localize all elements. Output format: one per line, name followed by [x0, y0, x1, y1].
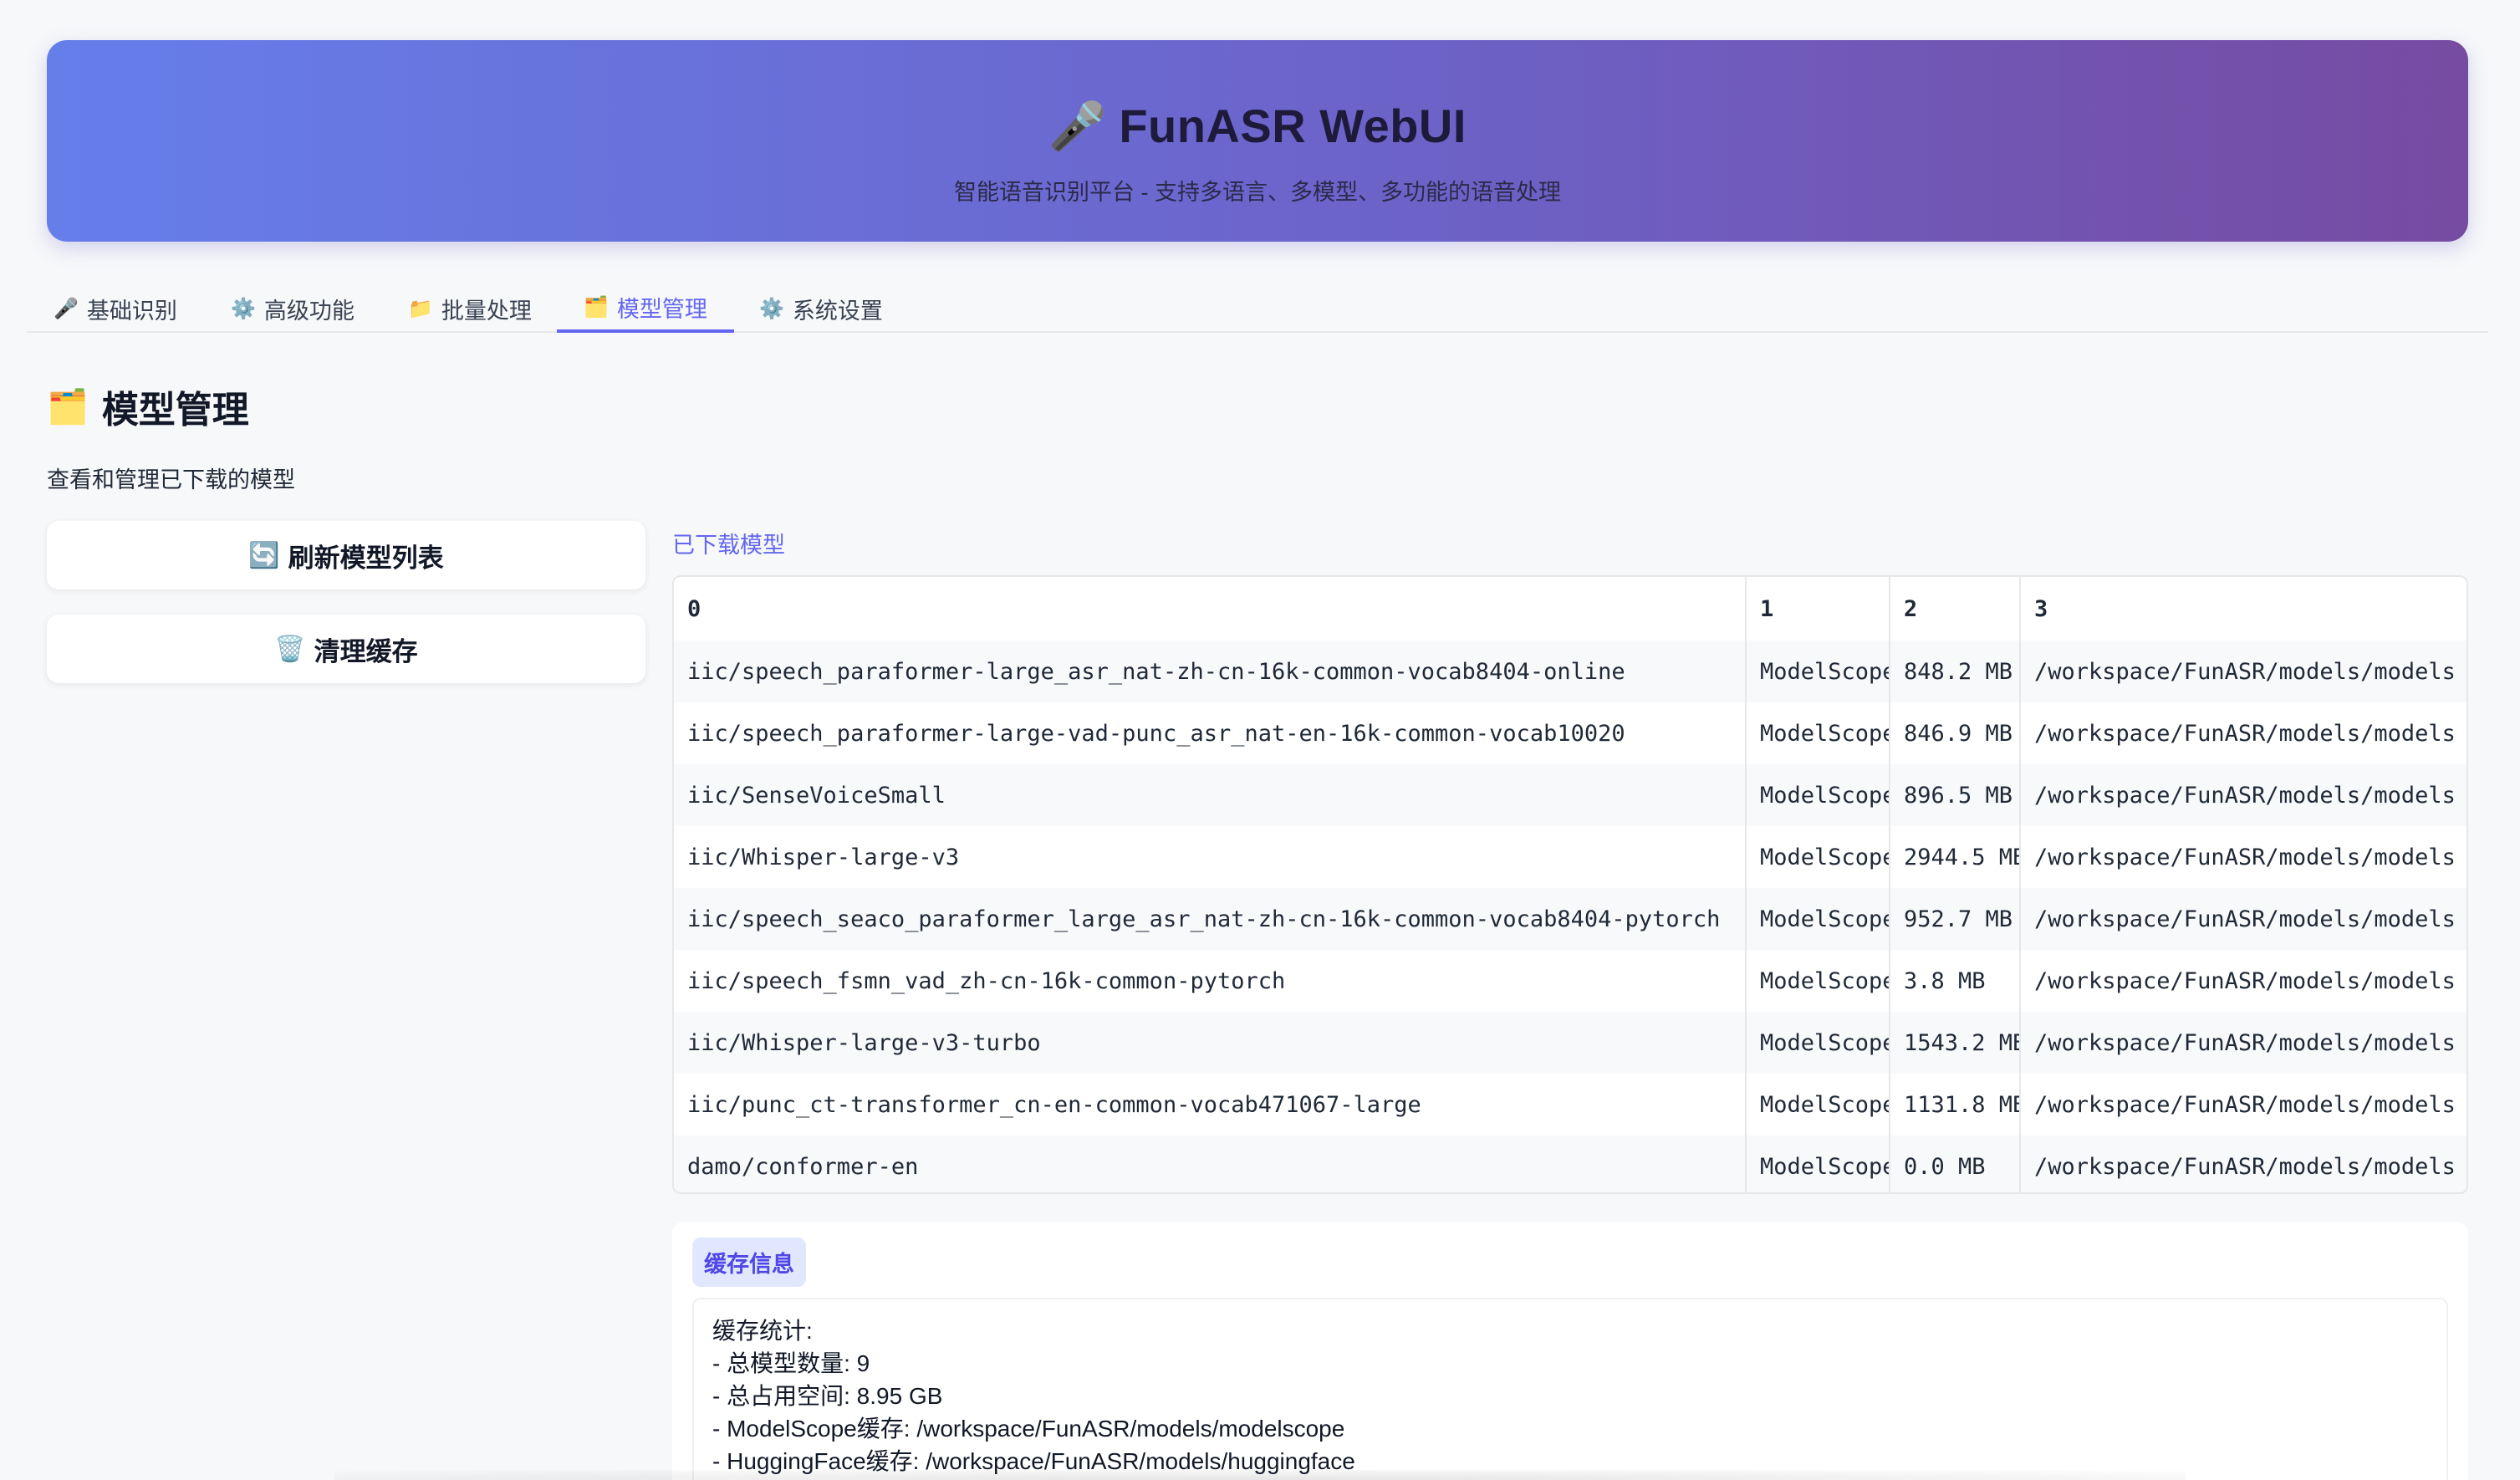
- model-path-cell: /workspace/FunASR/models/models: [2020, 702, 2466, 764]
- app-header: 🎤 FunASR WebUI 智能语音识别平台 - 支持多语言、多模型、多功能的语…: [47, 40, 2468, 242]
- tab-model-management[interactable]: 🗂️ 模型管理: [557, 284, 734, 333]
- microphone-icon: 🎤: [1048, 100, 1108, 152]
- bottom-shadow: [334, 1470, 2186, 1480]
- section-title-text: 模型管理: [101, 390, 249, 431]
- table-row[interactable]: iic/speech_paraformer-large-vad-punc_asr…: [674, 702, 2466, 764]
- models-table: 0 1 2 3 iic/speech_paraformer-large_asr_…: [674, 577, 2466, 1192]
- model-name-cell: iic/speech_paraformer-large-vad-punc_asr…: [674, 702, 1747, 764]
- model-name-cell: iic/speech_paraformer-large_asr_nat-zh-c…: [674, 640, 1747, 702]
- table-row[interactable]: iic/speech_fsmn_vad_zh-cn-16k-common-pyt…: [674, 950, 2466, 1012]
- model-path-cell: /workspace/FunASR/models/models: [2020, 950, 2466, 1012]
- table-row[interactable]: iic/speech_seaco_paraformer_large_asr_na…: [674, 888, 2466, 950]
- microphone-icon: 🎤: [54, 297, 79, 320]
- models-table-container[interactable]: 0 1 2 3 iic/speech_paraformer-large_asr_…: [672, 575, 2468, 1194]
- cache-info-line: - 总占用空间: 8.95 GB: [712, 1383, 943, 1409]
- model-size-cell: 846.9 MB: [1890, 702, 2021, 764]
- model-source-cell: ModelScope: [1746, 1136, 1890, 1192]
- column-header[interactable]: 2: [1890, 577, 2021, 640]
- table-row[interactable]: iic/Whisper-large-v3-turbo ModelScope 15…: [674, 1012, 2466, 1074]
- model-source-cell: ModelScope: [1746, 640, 1890, 702]
- folder-icon: 📁: [408, 297, 433, 320]
- table-row[interactable]: iic/punc_ct-transformer_cn-en-common-voc…: [674, 1074, 2466, 1136]
- refresh-models-button[interactable]: 🔄 刷新模型列表: [47, 521, 645, 589]
- table-row[interactable]: iic/speech_paraformer-large_asr_nat-zh-c…: [674, 640, 2466, 702]
- column-header[interactable]: 1: [1746, 577, 1890, 640]
- model-size-cell: 1543.2 MB: [1890, 1012, 2021, 1074]
- gear-icon: ⚙️: [231, 297, 256, 320]
- model-name-cell: damo/conformer-en: [674, 1136, 1747, 1192]
- section-title: 🗂️ 模型管理: [47, 380, 249, 433]
- cache-info-line: 缓存统计:: [712, 1318, 813, 1344]
- model-name-cell: iic/speech_fsmn_vad_zh-cn-16k-common-pyt…: [674, 950, 1747, 1012]
- refresh-icon: 🔄: [248, 541, 280, 569]
- model-size-cell: 2944.5 MB: [1890, 826, 2021, 888]
- cache-info-panel: 缓存信息 缓存统计: - 总模型数量: 9 - 总占用空间: 8.95 GB -…: [672, 1222, 2468, 1480]
- tab-label: 模型管理: [616, 296, 707, 322]
- table-row[interactable]: damo/conformer-en ModelScope 0.0 MB /wor…: [674, 1136, 2466, 1192]
- cache-info-line: - 总模型数量: 9: [712, 1350, 870, 1376]
- section-description: 查看和管理已下载的模型: [47, 467, 295, 492]
- card-index-icon: 🗂️: [584, 295, 609, 319]
- tab-advanced-features[interactable]: ⚙️ 高级功能: [204, 284, 381, 333]
- cache-info-textbox[interactable]: 缓存统计: - 总模型数量: 9 - 总占用空间: 8.95 GB - Mode…: [692, 1298, 2448, 1480]
- model-path-cell: /workspace/FunASR/models/models: [2020, 826, 2466, 888]
- model-size-cell: 3.8 MB: [1890, 950, 2021, 1012]
- refresh-button-label: 刷新模型列表: [288, 543, 444, 573]
- model-source-cell: ModelScope: [1746, 826, 1890, 888]
- model-source-cell: ModelScope: [1746, 1012, 1890, 1074]
- model-path-cell: /workspace/FunASR/models/models: [2020, 1012, 2466, 1074]
- model-size-cell: 0.0 MB: [1890, 1136, 2021, 1192]
- model-path-cell: /workspace/FunASR/models/models: [2020, 764, 2466, 826]
- model-size-cell: 896.5 MB: [1890, 764, 2021, 826]
- model-size-cell: 952.7 MB: [1890, 888, 2021, 950]
- clear-button-label: 清理缓存: [314, 636, 418, 666]
- model-size-cell: 848.2 MB: [1890, 640, 2021, 702]
- model-name-cell: iic/SenseVoiceSmall: [674, 764, 1747, 826]
- model-size-cell: 1131.8 MB: [1890, 1074, 2021, 1136]
- table-header-row: 0 1 2 3: [674, 577, 2466, 640]
- trash-icon: 🗑️: [274, 635, 306, 663]
- tab-system-settings[interactable]: ⚙️ 系统设置: [732, 284, 910, 333]
- model-name-cell: iic/Whisper-large-v3-turbo: [674, 1012, 1747, 1074]
- card-index-icon: 🗂️: [47, 388, 89, 426]
- table-row[interactable]: iic/Whisper-large-v3 ModelScope 2944.5 M…: [674, 826, 2466, 888]
- tab-label: 高级功能: [263, 298, 355, 324]
- model-path-cell: /workspace/FunASR/models/models: [2020, 888, 2466, 950]
- model-name-cell: iic/speech_seaco_paraformer_large_asr_na…: [674, 888, 1747, 950]
- model-path-cell: /workspace/FunASR/models/models: [2020, 1074, 2466, 1136]
- gear-icon: ⚙️: [759, 297, 784, 320]
- cache-info-line: - ModelScope缓存: /workspace/FunASR/models…: [712, 1416, 1345, 1442]
- model-source-cell: ModelScope: [1746, 950, 1890, 1012]
- app-title-text: FunASR WebUI: [1119, 100, 1467, 152]
- model-name-cell: iic/Whisper-large-v3: [674, 826, 1747, 888]
- model-path-cell: /workspace/FunASR/models/models: [2020, 640, 2466, 702]
- tab-basic-recognition[interactable]: 🎤 基础识别: [27, 284, 204, 333]
- model-name-cell: iic/punc_ct-transformer_cn-en-common-voc…: [674, 1074, 1747, 1136]
- app-page: 🎤 FunASR WebUI 智能语音识别平台 - 支持多语言、多模型、多功能的语…: [0, 0, 2520, 1480]
- model-path-cell: /workspace/FunASR/models/models: [2020, 1136, 2466, 1192]
- tab-bar: 🎤 基础识别 ⚙️ 高级功能 📁 批量处理 🗂️ 模型管理 ⚙️ 系统设置: [27, 284, 2488, 333]
- app-title: 🎤 FunASR WebUI: [47, 99, 2468, 154]
- tab-label: 批量处理: [441, 298, 532, 324]
- app-subtitle: 智能语音识别平台 - 支持多语言、多模型、多功能的语音处理: [954, 180, 1561, 205]
- models-table-label: 已下载模型: [672, 533, 785, 558]
- tab-batch-processing[interactable]: 📁 批量处理: [381, 284, 559, 333]
- model-source-cell: ModelScope: [1746, 1074, 1890, 1136]
- column-header[interactable]: 0: [674, 577, 1747, 640]
- model-source-cell: ModelScope: [1746, 888, 1890, 950]
- column-header[interactable]: 3: [2020, 577, 2466, 640]
- clear-cache-button[interactable]: 🗑️ 清理缓存: [47, 615, 645, 683]
- tab-label: 系统设置: [792, 298, 883, 324]
- model-source-cell: ModelScope: [1746, 764, 1890, 826]
- model-source-cell: ModelScope: [1746, 702, 1890, 764]
- cache-info-label: 缓存信息: [692, 1238, 806, 1287]
- table-row[interactable]: iic/SenseVoiceSmall ModelScope 896.5 MB …: [674, 764, 2466, 826]
- tab-label: 基础识别: [86, 298, 177, 324]
